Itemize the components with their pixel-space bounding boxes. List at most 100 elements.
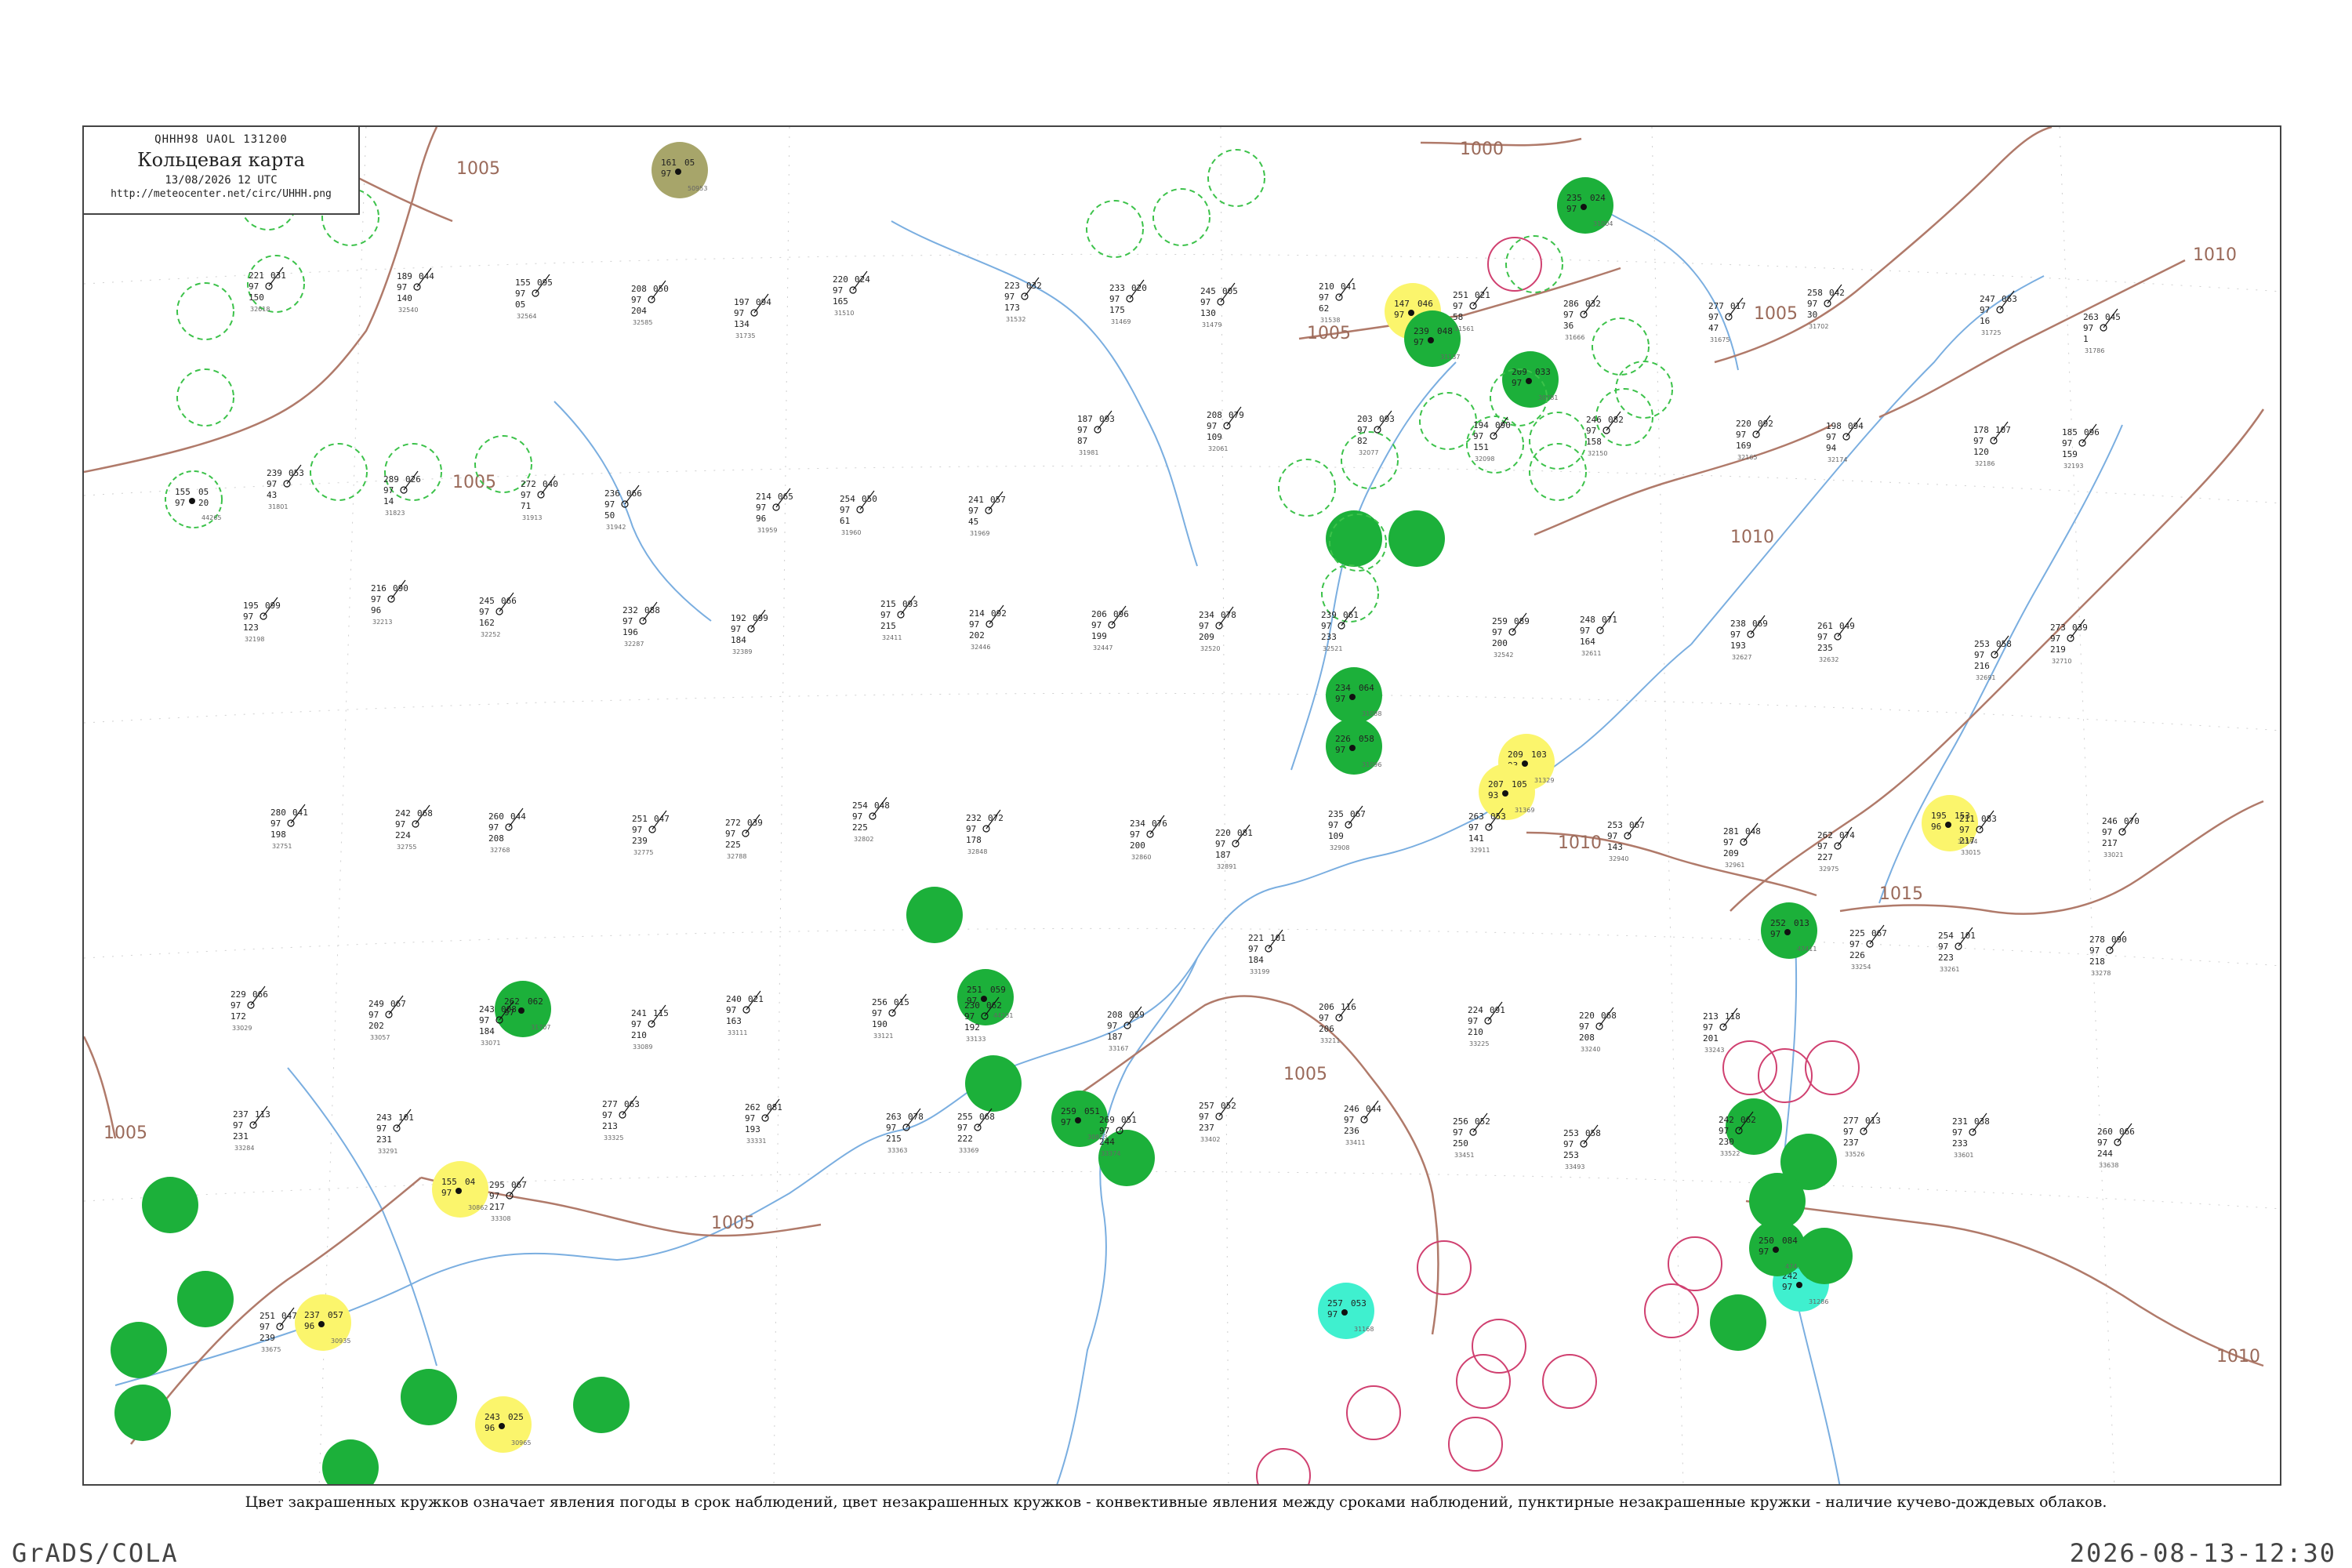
station-readout-33675[interactable]: 25197239 047 33675 (260, 1307, 297, 1353)
station-31088[interactable]: 23497 064 31088 (1326, 667, 1382, 724)
station-readout-32848[interactable]: 23297178 072 32848 (966, 809, 1004, 855)
station-readout-32186[interactable]: 17897120 107 32186 (1973, 421, 2011, 467)
station-readout-33089[interactable]: 24197210 115 33089 (631, 1004, 669, 1051)
station-readout-33278[interactable]: 27897218 090 33278 (2089, 931, 2127, 977)
station-readout-33601[interactable]: 23197233 038 33601 (1952, 1112, 1990, 1159)
station-readout-32061[interactable]: 20897109 079 32061 (1207, 406, 1244, 452)
station-readout-32768[interactable]: 26097208 044 32768 (488, 808, 526, 854)
station-readout-32193[interactable]: 18597159 096 32193 (2062, 423, 2100, 470)
station-47411[interactable]: 25297 013 47411 (1761, 902, 1817, 959)
station-readout-33261[interactable]: 25497223 101 33261 (1938, 927, 1976, 973)
station-readout-32618[interactable]: 22197150 031 32618 (249, 267, 286, 313)
station-readout-32611[interactable]: 24897164 071 32611 (1580, 611, 1617, 657)
station-readout-33402[interactable]: 25797237 052 33402 (1199, 1097, 1236, 1143)
station-30781[interactable]: 2099703330781 (1502, 351, 1559, 408)
station-readout-32911[interactable]: 26397141 053 32911 (1468, 808, 1506, 854)
station-readout-32632[interactable]: 26197235 049 32632 (1817, 617, 1855, 663)
station-readout-33254[interactable]: 22597226 067 33254 (1849, 924, 1887, 971)
station-readout-31532[interactable]: 22397173 032 31532 (1004, 277, 1042, 323)
station-readout-32975[interactable]: 26297227 074 32975 (1817, 826, 1855, 873)
station-readout-32540[interactable]: 18997140 044 32540 (397, 267, 434, 314)
station-readout-33225[interactable]: 22497210 091 33225 (1468, 1001, 1505, 1047)
station-readout-31823[interactable]: 2899714 026 31823 (383, 470, 421, 517)
station-readout-32891[interactable]: 22097187 081 32891 (1215, 824, 1253, 870)
station-readout-33331[interactable]: 26297193 081 33331 (745, 1098, 782, 1145)
station-readout-32788[interactable]: 27297225 039 32788 (725, 814, 763, 860)
station-readout-33029[interactable]: 22997172 066 33029 (230, 985, 268, 1032)
station-readout-32755[interactable]: 24297224 068 32755 (395, 804, 433, 851)
station-readout-33526[interactable]: 27797237 013 33526 (1843, 1112, 1881, 1158)
station-readout-31969[interactable]: 2419745 057 31969 (968, 491, 1006, 537)
station-readout-32860[interactable]: 23497200 076 32860 (1130, 815, 1167, 861)
station-readout-33325[interactable]: 27797213 063 33325 (602, 1095, 640, 1142)
station-readout-32751[interactable]: 28097198 041 32751 (270, 804, 308, 850)
station-readout-32802[interactable]: 25497225 048 32802 (852, 797, 890, 843)
station-readout-31666[interactable]: 2869736 032 31666 (1563, 295, 1601, 341)
station-readout-31942[interactable]: 2369750 066 31942 (604, 485, 642, 531)
station-readout-33363[interactable]: 26397215 078 33363 (886, 1108, 924, 1154)
station-readout-33243[interactable]: 21397201 118 33243 (1703, 1007, 1740, 1054)
station-readout-33369[interactable]: 25597222 068 33369 (957, 1108, 995, 1154)
station-readout-31469[interactable]: 23397175 020 31469 (1109, 279, 1147, 325)
synoptic-map[interactable]: 1000 1005 1005 1005 1005 1005 1010 1010 … (84, 127, 2281, 1486)
station-readout-33167[interactable]: 20897187 059 33167 (1107, 1006, 1145, 1052)
station-readout-32252[interactable]: 24597162 066 32252 (479, 592, 517, 638)
station-readout-32520[interactable]: 23497209 078 32520 (1199, 606, 1236, 652)
station-44265[interactable]: 15597 0520 44265 (165, 470, 223, 528)
station-readout-33284[interactable]: 23797231 113 33284 (233, 1105, 270, 1152)
station-readout-31786[interactable]: 263971 045 31786 (2083, 308, 2121, 354)
station-readout-32150[interactable]: 24697158 082 32150 (1586, 411, 1624, 457)
station-readout-32961[interactable]: 28197209 048 32961 (1723, 822, 1761, 869)
station-readout-33493[interactable]: 25397253 058 33493 (1563, 1124, 1601, 1171)
station-readout-31702[interactable]: 2589730 042 31702 (1807, 284, 1845, 330)
station-readout-33057[interactable]: 24997202 067 33057 (368, 995, 406, 1041)
map-url[interactable]: http://meteocenter.net/circ/UHHH.png (84, 188, 358, 200)
station-readout-33308[interactable]: 29597217 067 33308 (489, 1176, 527, 1222)
station-readout-31981[interactable]: 1879787 093 31981 (1077, 410, 1115, 456)
station-readout-32198[interactable]: 19597123 099 32198 (243, 597, 281, 643)
map-frame[interactable]: 1000 1005 1005 1005 1005 1005 1010 1010 … (82, 125, 2281, 1486)
station-readout-32564[interactable]: 1559705 095 32564 (515, 274, 553, 320)
station-readout-33211[interactable]: 20697206 116 33211 (1319, 998, 1356, 1044)
station-readout-32691[interactable]: 25397216 058 32691 (1974, 635, 2012, 681)
station-readout-32389[interactable]: 19297184 099 32389 (731, 609, 768, 655)
station-readout-32585[interactable]: 20897204 050 32585 (631, 280, 669, 326)
station-readout-32521[interactable]: 23997233 061 32521 (1321, 606, 1359, 652)
station-readout-32165[interactable]: 22097169 092 32165 (1736, 415, 1773, 461)
station-readout-31510[interactable]: 22097165 024 31510 (833, 270, 870, 317)
station-readout-32710[interactable]: 27397219 039 32710 (2050, 619, 2088, 665)
station-readout-31538[interactable]: 2109762 041 31538 (1319, 278, 1356, 324)
station-readout-32174[interactable]: 1989794 094 32174 (1826, 417, 1864, 463)
station-readout-32446[interactable]: 21497202 092 32446 (969, 604, 1007, 651)
station-readout-32077[interactable]: 2039782 093 32077 (1357, 410, 1395, 456)
station-readout-31675[interactable]: 2779747 017 31675 (1708, 297, 1746, 343)
station-readout-33240[interactable]: 22097208 068 33240 (1579, 1007, 1617, 1053)
station-31096[interactable]: 22697 058 31096 (1326, 718, 1382, 775)
station-31168[interactable]: 25797 053 31168 (1318, 1283, 1374, 1339)
station-readout-32627[interactable]: 23897193 069 32627 (1730, 615, 1768, 661)
station-readout-33638[interactable]: 26097244 066 33638 (2097, 1123, 2135, 1169)
station-31004[interactable]: 23597 024 31004 (1557, 177, 1613, 234)
station-readout-33021[interactable]: 24697217 070 33021 (2102, 812, 2140, 858)
station-readout-31479[interactable]: 24597130 005 31479 (1200, 282, 1238, 328)
station-31369[interactable]: 20793 105 31369 (1479, 764, 1535, 820)
station-readout-33015[interactable]: 21197217 083 33015 (1959, 810, 1997, 856)
station-readout-31960[interactable]: 2549761 050 31960 (840, 490, 877, 536)
station-readout-33411[interactable]: 24697236 044 33411 (1344, 1100, 1381, 1146)
station-readout-32411[interactable]: 21597215 093 32411 (880, 595, 918, 641)
station-readout-32940[interactable]: 25397143 067 32940 (1607, 816, 1645, 862)
station-readout-31913[interactable]: 2729771 040 31913 (521, 475, 558, 521)
station-readout-33291[interactable]: 24397231 101 33291 (376, 1109, 414, 1155)
station-50953[interactable]: 16197 05 50953 (652, 142, 708, 198)
station-readout-32213[interactable]: 2169796 090 32213 (371, 579, 408, 626)
station-readout-33111[interactable]: 24097163 021 33111 (726, 990, 764, 1036)
station-30935[interactable]: 23796 057 30935 (295, 1294, 351, 1351)
station-readout-32287[interactable]: 23297196 088 32287 (622, 601, 660, 648)
station-readout-32908[interactable]: 23597109 067 32908 (1328, 805, 1366, 851)
station-30965[interactable]: 24396 025 30965 (475, 1396, 532, 1453)
station-readout-32542[interactable]: 25997200 089 32542 (1492, 612, 1530, 659)
station-readout-31959[interactable]: 2149796 065 31959 (756, 488, 793, 534)
station-readout-33199[interactable]: 22197184 101 33199 (1248, 929, 1286, 975)
station-readout-31735[interactable]: 19797134 094 31735 (734, 293, 771, 339)
station-30862[interactable]: 15597 04 30862 (432, 1161, 488, 1218)
